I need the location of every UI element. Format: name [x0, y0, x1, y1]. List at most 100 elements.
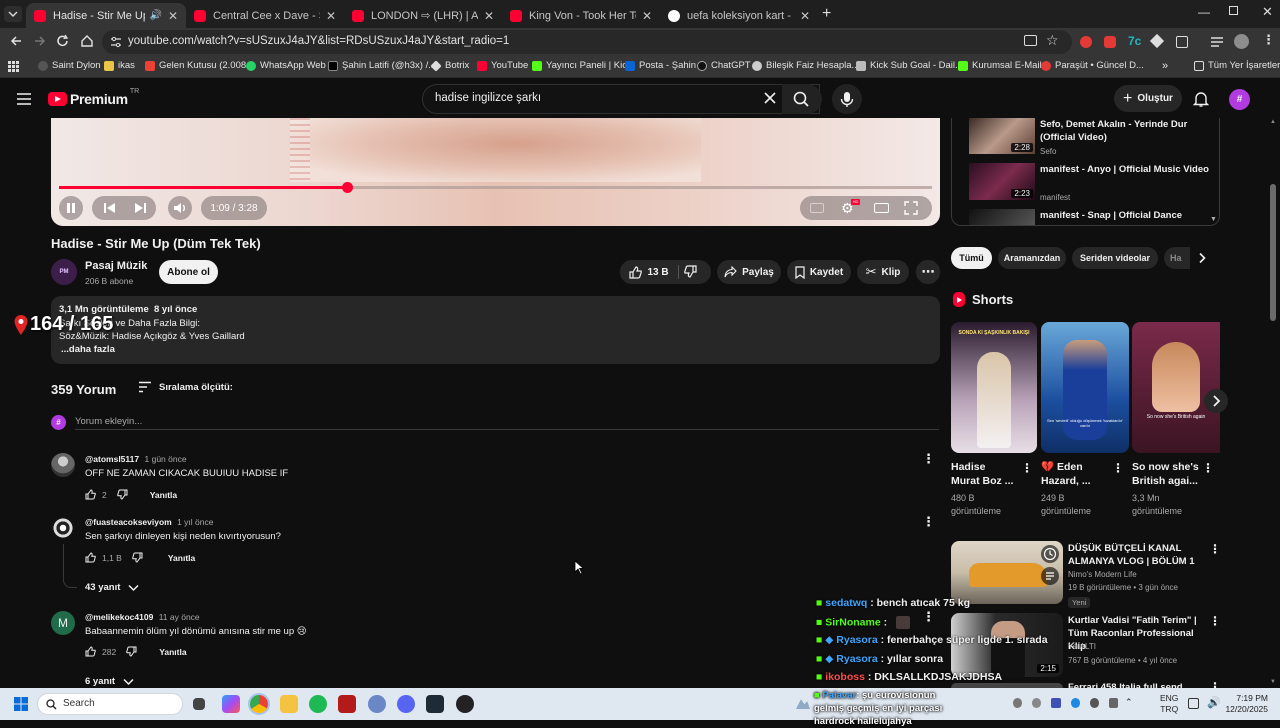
tray-app-icon[interactable]	[1108, 698, 1119, 708]
comment-menu-icon[interactable]: ⋮	[922, 514, 935, 530]
video-thumbnail[interactable]: 2:23	[969, 163, 1035, 200]
short-menu-icon[interactable]: ⋮	[1112, 461, 1124, 475]
voice-search-button[interactable]	[832, 84, 862, 114]
video-player[interactable]: 1:09 / 3:28 ⚙ HD	[51, 118, 940, 226]
comment-time[interactable]: 1 yıl önce	[177, 517, 213, 527]
windows-start-icon[interactable]	[14, 697, 28, 711]
clock[interactable]: 7:19 PM 12/20/2025	[1210, 693, 1268, 715]
short-title[interactable]: 💔 Eden Hazard, ...	[1041, 460, 1091, 488]
account-avatar[interactable]: #	[1229, 89, 1250, 110]
minimize-icon[interactable]: —	[1198, 5, 1210, 19]
dislike-button[interactable]	[684, 265, 697, 278]
extension-red-icon[interactable]	[1080, 36, 1092, 48]
speaker-icon[interactable]: 🔊	[149, 10, 161, 21]
bookmark-kick-sub-goal[interactable]: Kick Sub Goal - Dail...	[856, 60, 963, 71]
tray-app-icon[interactable]	[1051, 698, 1061, 708]
spotify-icon[interactable]	[309, 695, 327, 713]
thumbs-down-icon[interactable]	[126, 646, 137, 657]
bookmark-whatsapp[interactable]: WhatsApp Web	[246, 60, 326, 71]
theater-mode-icon[interactable]	[874, 203, 889, 213]
tab-london[interactable]: LONDON ⇨ (LHR) | AIRBUS CA ✕	[344, 3, 502, 28]
back-icon[interactable]	[9, 34, 23, 48]
language-indicator[interactable]: ENG TRQ	[1160, 693, 1178, 715]
search-input[interactable]: hadise ingilizce şarkı	[435, 92, 541, 104]
tab-uefa[interactable]: uefa koleksiyon kart - Google'd ✕	[660, 3, 818, 28]
thumbs-down-icon[interactable]	[132, 552, 143, 563]
taskbar-search-box[interactable]: Search	[37, 693, 183, 715]
reading-list-icon[interactable]	[1210, 36, 1224, 48]
playlist-video-title[interactable]: manifest - Snap | Official Dance	[1040, 210, 1210, 221]
progress-bar[interactable]	[59, 182, 932, 193]
rec-menu-icon[interactable]: ⋮	[1209, 542, 1221, 556]
chip-from-series[interactable]: Seriden videolar	[1072, 247, 1158, 269]
scroll-down-arrow-icon[interactable]: ▼	[1270, 679, 1276, 685]
description-box[interactable]: 3,1 Mn görüntüleme 8 yıl önce Şarkı Sözl…	[51, 296, 940, 364]
more-actions-icon[interactable]: ⋯	[916, 260, 940, 284]
comment-avatar[interactable]	[51, 516, 75, 540]
short-menu-icon[interactable]: ⋮	[1202, 461, 1214, 475]
bookmark-gmail[interactable]: Gelen Kutusu (2.008...	[145, 60, 254, 71]
share-button[interactable]: Paylaş	[717, 260, 781, 284]
copilot-icon[interactable]	[222, 695, 240, 713]
search-box[interactable]: hadise ingilizce şarkı	[422, 84, 820, 114]
reply-button[interactable]: Yanıtla	[159, 647, 186, 657]
show-more-link[interactable]: ...daha fazla	[61, 344, 115, 355]
rec-channel[interactable]: Nimo's Modern Life	[1068, 570, 1137, 579]
fullscreen-icon[interactable]	[904, 201, 918, 215]
obs-icon[interactable]	[456, 695, 474, 713]
weather-icon[interactable]	[796, 699, 810, 709]
tab-search-button[interactable]	[4, 6, 22, 22]
watch-later-icon[interactable]	[1041, 545, 1059, 563]
bookmark-ikas[interactable]: ikas	[104, 60, 135, 71]
install-app-icon[interactable]	[1024, 35, 1037, 46]
hamburger-menu-icon[interactable]	[17, 93, 31, 105]
previous-icon[interactable]	[100, 196, 120, 220]
volume-button[interactable]	[168, 196, 192, 220]
bookmark-youtube[interactable]: YouTube	[477, 60, 528, 71]
chrome-icon[interactable]	[250, 695, 268, 713]
short-thumbnail[interactable]: So now she's British again	[1132, 322, 1220, 453]
sort-button[interactable]: Sıralama ölçütü:	[138, 381, 233, 393]
playlist-video-title[interactable]: Sefo, Demet Akalın - Yerinde Dur (Offici…	[1040, 118, 1210, 144]
short-title[interactable]: So now she's British agai...	[1132, 460, 1199, 488]
apps-grid-icon[interactable]	[8, 61, 19, 72]
comment-author[interactable]: @fuasteacokseviyom	[85, 517, 172, 527]
create-button[interactable]: + Oluştur	[1114, 85, 1182, 112]
task-view-icon[interactable]	[193, 698, 205, 710]
short-title[interactable]: Hadise Murat Boz ...	[951, 460, 1013, 488]
channel-avatar[interactable]: PM	[51, 259, 77, 285]
tray-app-icon[interactable]	[1089, 698, 1099, 708]
maximize-icon[interactable]	[1229, 6, 1238, 15]
home-icon[interactable]	[80, 34, 94, 48]
chip-from-search[interactable]: Aramanızdan	[998, 247, 1066, 269]
chips-next-icon[interactable]	[1197, 252, 1207, 264]
progress-scrubber[interactable]	[342, 182, 354, 193]
chip-all[interactable]: Tümü	[951, 247, 992, 269]
comment-menu-icon[interactable]: ⋮	[922, 451, 935, 467]
bookmark-faiz[interactable]: Bileşik Faiz Hesapla...	[752, 60, 859, 71]
subscribe-button[interactable]: Abone ol	[159, 260, 218, 284]
tray-app-icon[interactable]	[1013, 698, 1023, 708]
bookmark-saint-dylon[interactable]: Saint Dylon	[38, 60, 101, 71]
chip-partial[interactable]: Ha	[1164, 247, 1190, 269]
all-bookmarks[interactable]: Tüm Yer İşaretleri	[1194, 60, 1280, 71]
short-thumbnail[interactable]: SONDA KI ŞAŞKINLIK BAKIŞI	[951, 322, 1037, 453]
add-to-queue-icon[interactable]	[1041, 567, 1059, 585]
replies-toggle[interactable]: 6 yanıt	[85, 676, 134, 687]
bookmark-chatgpt[interactable]: ChatGPT	[697, 60, 751, 71]
page-scrollbar-thumb[interactable]	[1270, 184, 1276, 321]
file-explorer-icon[interactable]	[280, 695, 298, 713]
comment-avatar[interactable]	[51, 453, 75, 477]
channel-name[interactable]: Pasaj Müzik	[85, 260, 147, 272]
comment-avatar[interactable]: M	[51, 611, 75, 635]
comment-author[interactable]: @atomsl5117	[85, 454, 139, 464]
replies-toggle[interactable]: 43 yanıt	[85, 582, 139, 593]
site-info-icon[interactable]	[110, 36, 122, 48]
bookmark-botrix[interactable]: Botrix	[430, 59, 469, 72]
thumbs-up-icon[interactable]	[85, 646, 96, 657]
bookmark-posta[interactable]: Posta - Şahin	[625, 60, 696, 71]
video-thumbnail[interactable]	[951, 541, 1063, 604]
extension-diamond-icon[interactable]	[1149, 33, 1165, 49]
notifications-bell-icon[interactable]	[1193, 91, 1209, 107]
short-menu-icon[interactable]: ⋮	[1021, 461, 1033, 475]
